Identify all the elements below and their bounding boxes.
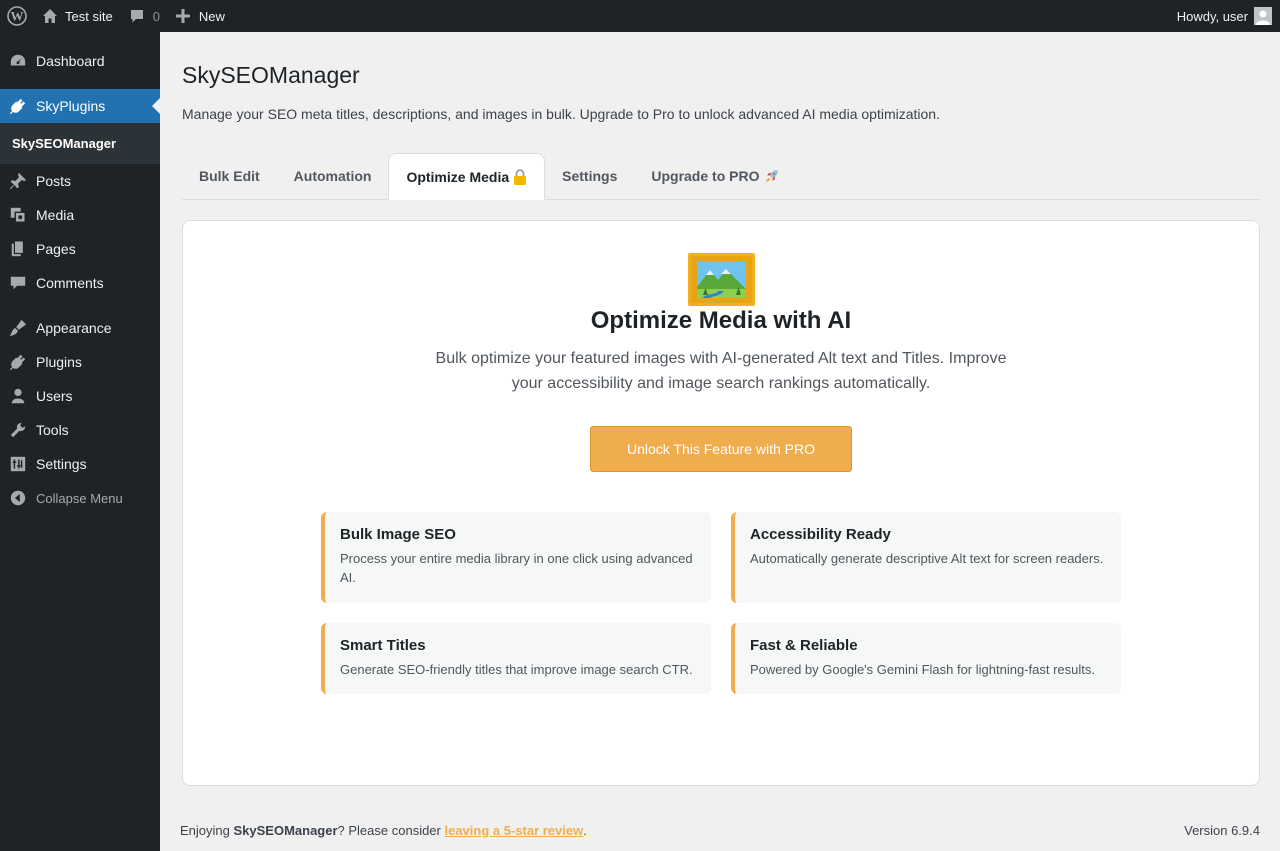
tab-settings[interactable]: Settings <box>545 153 634 199</box>
feature-card-text: Process your entire media library in one… <box>340 551 693 585</box>
feature-card-accessibility: Accessibility Ready Automatically genera… <box>731 512 1121 603</box>
tab-label: Bulk Edit <box>199 168 260 184</box>
tab-optimize-media[interactable]: Optimize Media <box>388 153 546 200</box>
admin-bar: W Test site 0 New Howdy, user <box>0 0 1280 32</box>
footer-review-text: Enjoying SkySEOManager? Please consider … <box>180 823 587 838</box>
sidebar-item-label: Pages <box>36 241 76 257</box>
plus-icon <box>175 9 190 23</box>
sidebar-item-label: Users <box>36 388 73 404</box>
tab-upgrade-pro[interactable]: Upgrade to PRO <box>634 153 796 199</box>
submenu-item-skyseomanager[interactable]: SkySEOManager <box>0 130 160 157</box>
sidebar-item-posts[interactable]: Posts <box>0 164 160 198</box>
dashboard-icon <box>0 52 36 70</box>
sidebar-item-label: Comments <box>36 275 104 291</box>
footer-suffix: . <box>583 823 587 838</box>
sidebar-item-plugins[interactable]: Plugins <box>0 345 160 379</box>
home-icon <box>42 8 58 24</box>
collapse-menu-label: Collapse Menu <box>36 490 123 506</box>
unlock-pro-button[interactable]: Unlock This Feature with PRO <box>590 426 852 472</box>
feature-card-smart-titles: Smart Titles Generate SEO-friendly title… <box>321 623 711 694</box>
sidebar-item-label: Dashboard <box>36 53 105 69</box>
feature-description: Bulk optimize your featured images with … <box>435 350 1007 392</box>
tab-bulk-edit[interactable]: Bulk Edit <box>182 153 277 199</box>
new-label: New <box>198 8 225 24</box>
sidebar-item-media[interactable]: Media <box>0 198 160 232</box>
sidebar-item-label: Settings <box>36 456 87 472</box>
sidebar-item-tools[interactable]: Tools <box>0 413 160 447</box>
nav-tabs: Bulk Edit Automation Optimize Media Sett… <box>182 153 1260 200</box>
review-link[interactable]: leaving a 5-star review <box>444 823 583 838</box>
user-icon <box>0 387 36 405</box>
feature-title: Optimize Media with AI <box>590 307 852 334</box>
tab-label: Automation <box>293 168 372 184</box>
wordpress-logo-icon[interactable]: W <box>0 0 34 32</box>
sidebar-item-pages[interactable]: Pages <box>0 232 160 266</box>
feature-card-title: Accessibility Ready <box>750 526 891 543</box>
sidebar-item-label: Posts <box>36 173 72 189</box>
new-content-link[interactable]: New <box>168 0 233 32</box>
sidebar-item-comments[interactable]: Comments <box>0 266 160 300</box>
avatar <box>1254 7 1272 25</box>
site-name-link[interactable]: Test site <box>34 0 121 32</box>
plugin-icon <box>0 97 36 115</box>
rocket-icon <box>765 169 779 183</box>
comments-count: 0 <box>152 8 160 24</box>
pages-icon <box>0 240 36 258</box>
media-icon <box>0 206 36 224</box>
footer-middle: ? Please consider <box>337 823 445 838</box>
account-menu[interactable]: Howdy, user <box>1169 0 1280 32</box>
sidebar-item-appearance[interactable]: Appearance <box>0 311 160 345</box>
feature-card-text: Generate SEO-friendly titles that improv… <box>340 662 693 677</box>
tab-label: Settings <box>562 168 618 184</box>
greeting: Howdy, user <box>1176 8 1248 24</box>
feature-card-title: Fast & Reliable <box>750 637 858 654</box>
sidebar-item-label: Media <box>36 207 75 223</box>
main-content: SkySEOManager Manage your SEO meta title… <box>160 32 1280 851</box>
brush-icon <box>0 319 36 337</box>
sidebar-item-dashboard[interactable]: Dashboard <box>0 44 160 78</box>
sidebar-item-label: Plugins <box>36 354 82 370</box>
footer-plugin-name: SkySEOManager <box>233 823 338 838</box>
feature-card-text: Automatically generate descriptive Alt t… <box>750 551 1104 566</box>
sidebar-item-skyplugins[interactable]: SkyPlugins <box>0 89 160 123</box>
footer-prefix: Enjoying <box>180 823 234 838</box>
plugin-icon <box>0 353 36 371</box>
sidebar-item-label: Appearance <box>36 320 112 336</box>
collapse-arrow-icon <box>0 489 36 507</box>
version-text: Version 6.9.4 <box>1184 823 1260 838</box>
sidebar-item-label: SkyPlugins <box>36 98 106 114</box>
feature-card-title: Bulk Image SEO <box>340 526 456 543</box>
pin-icon <box>0 172 36 190</box>
svg-text:W: W <box>11 9 24 24</box>
sidebar-item-label: Tools <box>36 422 69 438</box>
sidebar-item-users[interactable]: Users <box>0 379 160 413</box>
settings-icon <box>0 455 36 473</box>
comments-link[interactable]: 0 <box>121 0 168 32</box>
tab-automation[interactable]: Automation <box>277 153 389 199</box>
skyplugins-submenu: SkySEOManager <box>0 123 160 164</box>
tab-label: Optimize Media <box>406 168 510 185</box>
optimize-media-card: Optimize Media with AI Bulk optimize you… <box>182 220 1260 786</box>
framed-picture-icon <box>688 253 755 306</box>
comment-bubble-icon <box>129 8 145 24</box>
page-description: Manage your SEO meta titles, description… <box>182 106 940 122</box>
collapse-menu-button[interactable]: Collapse Menu <box>0 481 160 515</box>
feature-card-fast-reliable: Fast & Reliable Powered by Google's Gemi… <box>731 623 1121 694</box>
feature-card-bulk-image-seo: Bulk Image SEO Process your entire media… <box>321 512 711 603</box>
tab-label: Upgrade to PRO <box>651 168 760 184</box>
site-name: Test site <box>65 8 113 24</box>
page-title: SkySEOManager <box>182 62 360 88</box>
sidebar-item-settings[interactable]: Settings <box>0 447 160 481</box>
admin-sidebar: Dashboard SkyPlugins SkySEOManager Posts… <box>0 32 160 851</box>
feature-card-text: Powered by Google's Gemini Flash for lig… <box>750 662 1095 677</box>
lock-icon <box>513 168 527 185</box>
wrench-icon <box>0 421 36 439</box>
comment-icon <box>0 274 36 292</box>
feature-card-title: Smart Titles <box>340 637 426 654</box>
